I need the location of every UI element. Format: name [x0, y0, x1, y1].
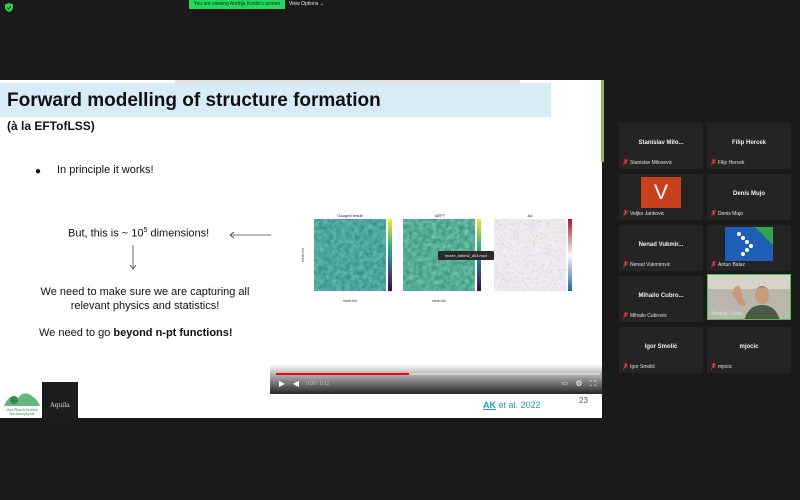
shield-icon[interactable]	[5, 3, 13, 12]
dimensions-text: But, this is ~ 105 dimensions!	[68, 227, 209, 240]
make-sure-line-2: relevant physics and statistics!	[70, 300, 220, 312]
fullscreen-icon[interactable]: ⛶	[589, 379, 597, 389]
citation-author: AK	[483, 400, 496, 410]
participant-name: Stanislav Milo...	[638, 140, 684, 146]
left-arrow-icon	[229, 231, 271, 239]
participant-tile[interactable]: Nenad Vukmir... Nenad Vukmirovic	[619, 225, 703, 271]
viewing-banner: You are viewing Andrija Kostic's screen	[189, 0, 285, 9]
mic-muted-icon	[711, 261, 716, 268]
mic-muted-icon	[623, 210, 628, 217]
participant-label: Filip Hercek	[711, 159, 744, 167]
participant-name: Igor Smolić	[644, 344, 678, 350]
participant-name: Nenad Vukmir...	[638, 242, 684, 248]
participant-name: Denis Mujo	[732, 191, 765, 197]
participant-label-text: Andrija Kostic	[712, 311, 743, 317]
mic-muted-icon	[711, 210, 716, 217]
dims-prefix: But, this is ~ 10	[68, 227, 144, 240]
panel-1-field	[314, 219, 386, 291]
page-number: 23	[579, 396, 588, 405]
participant-label-text: Igor Smolić	[630, 364, 656, 370]
settings-gear-icon[interactable]: ⚙	[575, 379, 583, 389]
down-arrow-icon	[129, 245, 137, 270]
mic-muted-icon	[623, 312, 628, 319]
mic-muted-icon	[711, 363, 716, 370]
video-progress-bar[interactable]	[276, 373, 600, 375]
panel-3-field	[494, 219, 566, 291]
participant-label-text: Nenad Vukmirovic	[630, 262, 671, 268]
participant-tile[interactable]: Denis Mujo Denis Mujo	[707, 174, 791, 220]
beyond-prefix: We need to go	[39, 327, 114, 339]
participant-label: Veljko Jankovic	[623, 210, 664, 218]
participant-label: Antun Balaz	[711, 261, 745, 269]
citation-link[interactable]: AK et al. 2022	[483, 400, 541, 410]
dims-suffix: dimensions!	[147, 227, 210, 240]
university-logo-avatar	[725, 227, 773, 261]
participant-label: Mihailo Cubrovic	[623, 312, 667, 320]
participant-label: Denis Mujo	[711, 210, 743, 218]
make-sure-line-1: We need to make sure we are capturing al…	[40, 286, 250, 298]
aquila-logo-text: Aquila	[50, 402, 70, 409]
active-speaker-tile[interactable]: Andrija Kostic	[707, 274, 791, 320]
video-time: 0:00 / 0:12	[306, 381, 330, 387]
beyond-bold: beyond n-pt functions!	[113, 327, 233, 339]
video-progress-fill	[276, 373, 409, 375]
filename-tooltip: movie_batch2_all3.mp4	[438, 251, 494, 260]
panel-1-colorbar	[388, 219, 392, 291]
bullet-dot: ●	[35, 166, 42, 177]
participant-tile[interactable]: mjocic mjocic	[707, 327, 791, 373]
panel-1-ylabel: mesh bin	[301, 248, 305, 262]
participant-label: mjocic	[711, 363, 732, 371]
participant-tile[interactable]: Stanislav Milo... Stanislav Milosevic	[619, 123, 703, 169]
participant-tile[interactable]: Mihailo Cubro... Mihailo Cubrovic	[619, 276, 703, 322]
mic-muted-icon	[623, 261, 628, 268]
panel-1-title: Gauged result	[337, 213, 363, 218]
participant-tile[interactable]: Filip Hercek Filip Hercek	[707, 123, 791, 169]
participant-label-text: Mihailo Cubrovic	[630, 313, 667, 319]
mic-muted-icon	[623, 159, 628, 166]
citation-rest: et al. 2022	[496, 400, 541, 410]
participant-avatar: V	[641, 177, 681, 208]
participant-tile[interactable]: V Veljko Jankovic	[619, 174, 703, 220]
volume-icon[interactable]: ◀	[292, 379, 300, 389]
participant-label: Igor Smolić	[623, 363, 655, 371]
mic-muted-icon	[623, 363, 628, 370]
shared-screen: Forward modelling of structure formation…	[0, 80, 602, 418]
participant-label-text: Veljko Jankovic	[630, 211, 665, 217]
share-border	[601, 80, 604, 162]
panel-2-xlabel: mesh bin	[432, 299, 446, 303]
make-sure-text: We need to make sure we are capturing al…	[20, 285, 270, 313]
participant-label-text: Filip Hercek	[718, 160, 745, 166]
participant-label-text: Stanislav Milosevic	[630, 160, 673, 166]
panel-2-title: ΔEFT	[435, 213, 446, 218]
participant-tile[interactable]: Igor Smolić Igor Smolić	[619, 327, 703, 373]
participant-tile[interactable]: Antun Balaz	[707, 225, 791, 271]
view-options-button[interactable]: View Options ⌄	[289, 0, 324, 9]
beyond-text: We need to go beyond n-pt functions!	[39, 327, 233, 339]
panel-1-xlabel: mesh bin	[343, 299, 357, 303]
slide-subtitle: (à la EFTofLSS)	[7, 119, 95, 133]
max-planck-logo: Max-Planck-Institut für Astrophysik	[4, 393, 40, 416]
participant-label-text: Denis Mujo	[718, 211, 744, 217]
participant-label: Stanislav Milosevic	[623, 159, 672, 167]
bullet-text: In principle it works!	[57, 164, 154, 176]
panel-3-title: Δd	[528, 213, 533, 218]
mic-muted-icon	[711, 159, 716, 166]
participant-label: Nenad Vukmirovic	[623, 261, 670, 269]
captions-icon[interactable]: ▭	[560, 379, 570, 389]
zoom-window: You are viewing Andrija Kostic's screen …	[0, 0, 800, 500]
svg-text:für Astrophysik: für Astrophysik	[10, 412, 35, 416]
panel-3-colorbar	[568, 219, 572, 291]
participant-name: mjocic	[739, 344, 759, 350]
participant-name: Filip Hercek	[731, 140, 766, 146]
participant-name: Mihailo Cubro...	[638, 293, 684, 299]
participant-label-text: Antun Balaz	[718, 262, 745, 268]
play-icon[interactable]: ▶	[278, 379, 286, 389]
participant-label-text: mjocic	[718, 364, 733, 370]
aquila-logo: Aquila	[42, 382, 78, 418]
slide-title: Forward modelling of structure formation	[7, 90, 381, 111]
participant-label: Andrija Kostic	[712, 310, 743, 318]
